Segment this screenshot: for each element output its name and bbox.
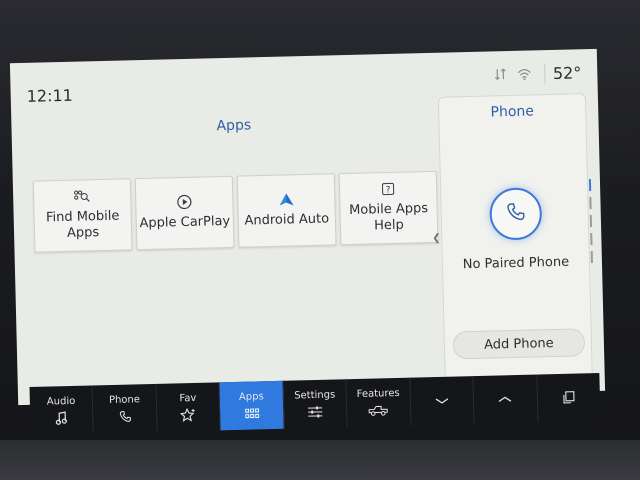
nav-label: Settings <box>294 389 336 402</box>
nav-label: Features <box>356 387 400 400</box>
scroll-segment <box>589 197 592 210</box>
nav-label: Phone <box>108 393 141 406</box>
tile-label: Find Mobile Apps <box>45 208 120 241</box>
phone-panel-title: Phone <box>490 103 535 121</box>
find-mobile-apps-tile[interactable]: Find Mobile Apps <box>32 178 133 253</box>
nav-fav[interactable]: Fav <box>156 382 221 432</box>
apple-carplay-tile[interactable]: Apple CarPlay <box>134 175 235 251</box>
nav-multitask-button[interactable] <box>537 373 601 423</box>
no-paired-phone-text: No Paired Phone <box>462 254 570 273</box>
svg-text:?: ? <box>386 185 391 195</box>
apps-title: Apps <box>216 117 252 135</box>
scroll-segment <box>589 215 593 228</box>
add-phone-button[interactable]: Add Phone <box>452 328 586 360</box>
help-icon: ? <box>381 182 395 196</box>
sliders-icon <box>307 404 323 418</box>
outside-temperature: 52° <box>552 63 582 83</box>
apps-grid-icon <box>244 406 259 420</box>
copy-windows-icon <box>561 391 575 405</box>
find-apps-icon <box>73 189 91 203</box>
chevron-up-icon <box>497 392 513 406</box>
star-icon <box>180 407 196 422</box>
touch-screen: 12:11 52° Apps Find Mobile Apps Apple Ca… <box>9 48 606 406</box>
truck-icon <box>368 403 389 417</box>
carplay-icon <box>176 194 192 210</box>
phone-call-button[interactable] <box>489 187 543 241</box>
tile-label: Apple CarPlay <box>139 213 231 232</box>
phone-panel: Phone No Paired Phone Add Phone <box>437 93 594 393</box>
android-auto-tile[interactable]: Android Auto <box>236 173 337 248</box>
phone-icon <box>118 409 132 423</box>
music-note-icon <box>55 410 68 425</box>
status-divider <box>544 64 546 85</box>
nav-features[interactable]: Features <box>346 377 412 428</box>
mobile-apps-help-tile[interactable]: ? Mobile Apps Help <box>338 170 439 246</box>
panel-collapse-chevron-icon[interactable]: ❮ <box>432 233 441 244</box>
dashboard-trim <box>0 440 640 480</box>
tile-label: Mobile Apps Help <box>348 201 429 234</box>
status-icons <box>493 66 531 84</box>
nav-apps[interactable]: Apps <box>219 380 285 431</box>
nav-label: Fav <box>179 392 197 404</box>
phone-icon <box>504 201 527 228</box>
chevron-down-icon <box>434 394 450 408</box>
nav-collapse-button[interactable] <box>410 376 475 426</box>
wifi-icon <box>517 66 531 83</box>
apps-tiles: Find Mobile Apps Apple CarPlay Android A… <box>32 170 439 253</box>
clock: 12:11 <box>26 85 74 106</box>
nav-audio[interactable]: Audio <box>29 385 95 435</box>
nav-label: Apps <box>238 390 264 403</box>
nav-expand-button[interactable] <box>473 374 539 425</box>
scroll-segment <box>590 251 593 264</box>
tile-label: Android Auto <box>244 211 330 229</box>
data-transfer-icon <box>493 67 507 84</box>
android-auto-icon <box>278 192 294 206</box>
nav-phone[interactable]: Phone <box>92 383 158 434</box>
nav-settings[interactable]: Settings <box>283 379 348 429</box>
nav-label: Audio <box>46 395 76 408</box>
scroll-segment <box>590 233 593 246</box>
scroll-segment <box>588 179 592 192</box>
